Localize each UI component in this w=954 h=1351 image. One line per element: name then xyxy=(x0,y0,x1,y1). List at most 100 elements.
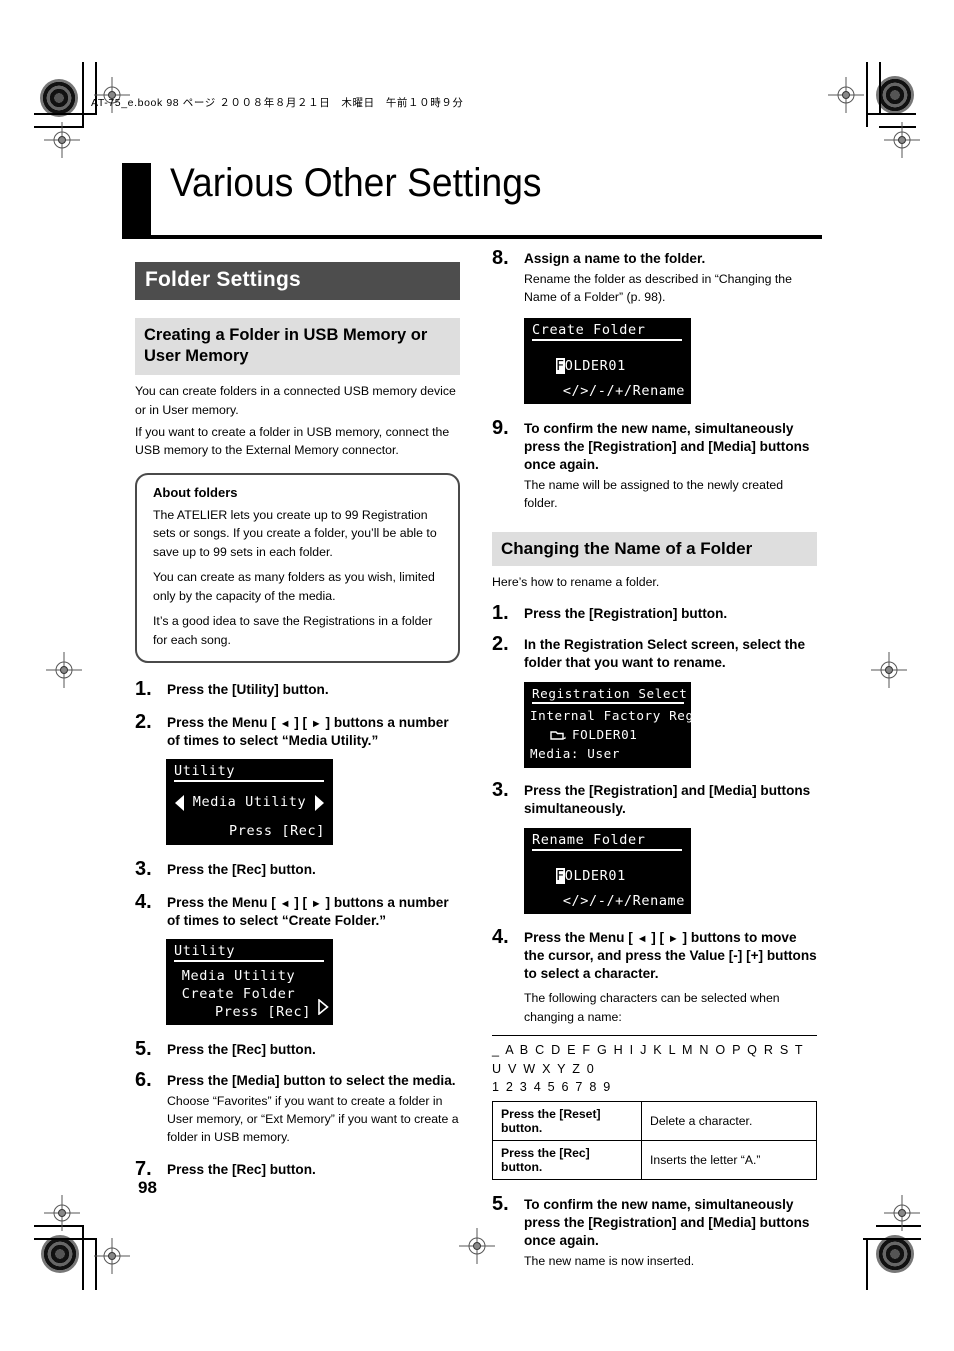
step-8: 8. Assign a name to the folder. Rename t… xyxy=(492,247,817,404)
about-folders-p3: It’s a good idea to save the Registratio… xyxy=(153,614,433,647)
lcd-name-rest: OLDER01 xyxy=(564,357,626,374)
page-title: Various Other Settings xyxy=(170,161,542,205)
step-5: 5. Press the [Rec] button. xyxy=(135,1038,460,1060)
step-subtext: Rename the folder as described in “Chang… xyxy=(524,271,792,305)
sub-heading-changing-name: Changing the Name of a Folder xyxy=(492,531,817,567)
rename-intro: Here’s how to rename a folder. xyxy=(492,575,660,590)
lcd-name-rest: OLDER01 xyxy=(564,867,626,884)
corner-color-target-top-right xyxy=(876,76,914,114)
about-folders-p2: You can create as many folders as you wi… xyxy=(153,570,435,603)
crop-line-bottom-right-h2 xyxy=(863,1238,921,1240)
crop-line-top-right-h xyxy=(866,113,916,115)
step-number: 5. xyxy=(492,1193,509,1216)
step-text: Press the Menu [ ◄ ] [ ► ] buttons a num… xyxy=(167,714,460,750)
lcd-title-underline xyxy=(174,779,324,782)
step-number: 2. xyxy=(135,711,152,734)
step-4: 4. Press the Menu [ ◄ ] [ ► ] buttons a … xyxy=(135,890,460,1025)
step-text-pre: Press the Menu [ xyxy=(167,715,280,731)
lcd-line-folder-name: FOLDER01 xyxy=(572,726,638,742)
lcd-right-arrow-outline-icon xyxy=(318,998,329,1015)
step-number: 4. xyxy=(135,890,152,913)
key-function-table: Press the [Reset] button. Delete a chara… xyxy=(491,1101,817,1181)
crop-line-bottom-left-h2 xyxy=(34,1238,97,1240)
crop-line-top-right-v xyxy=(866,62,868,127)
rename-step-2: 2. In the Registration Select screen, se… xyxy=(492,632,817,768)
lcd-title-underline xyxy=(532,701,684,704)
step-text-pre: Press the Menu [ xyxy=(167,894,280,910)
lcd-folder-name: FOLDER01 xyxy=(556,357,626,374)
page-number: 98 xyxy=(138,1178,157,1197)
step-6: 6. Press the [Media] button to select th… xyxy=(135,1068,460,1147)
rename-step-1: 1. Press the [Registration] button. xyxy=(492,602,817,624)
chapter-title-block: Various Other Settings xyxy=(122,161,822,235)
step-text: To confirm the new name, simultaneously … xyxy=(524,1197,810,1248)
step-text: Press the [Rec] button. xyxy=(167,861,316,877)
registration-mark-bottom-right xyxy=(884,1195,920,1231)
lcd-utility-media-utility: Utility Media Utility Press [Rec] xyxy=(166,758,333,845)
menu-left-arrow-icon: ◄ xyxy=(279,897,291,910)
lcd-title-underline xyxy=(532,338,682,341)
section-bar-folder-settings: Folder Settings xyxy=(135,262,460,301)
step-number: 6. xyxy=(135,1068,152,1091)
table-cell-key: Press the [Rec] button. xyxy=(491,1140,643,1181)
crop-line-top-right-v2 xyxy=(879,62,881,114)
step-9: 9. To confirm the new name, simultaneous… xyxy=(492,416,817,513)
lcd-line-3: Press [Rec] xyxy=(214,1003,311,1020)
table-cell-key: Press the [Reset] button. xyxy=(491,1101,643,1142)
step-number: 3. xyxy=(135,857,152,880)
crop-line-top-left-h2 xyxy=(34,113,97,115)
step-number: 9. xyxy=(492,416,509,439)
table-row: Press the [Reset] button. Delete a chara… xyxy=(491,1101,817,1142)
step-text-pre: Press the Menu [ xyxy=(524,929,637,945)
table-cell-desc: Delete a character. xyxy=(641,1101,817,1142)
registration-mark-left-middle xyxy=(46,652,82,688)
chapter-title-marker xyxy=(122,163,151,235)
table-cell-desc: Inserts the letter “A.” xyxy=(641,1140,817,1181)
registration-mark-right-middle xyxy=(871,652,907,688)
lcd-footer-hint: </>/-/+/Rename xyxy=(562,892,685,909)
chapter-title-rule xyxy=(122,235,822,239)
step-number: 2. xyxy=(492,632,509,655)
lcd-footer-hint: </>/-/+/Rename xyxy=(562,382,685,399)
lcd-folder-name: FOLDER01 xyxy=(556,867,626,884)
lcd-title: Registration Select xyxy=(532,685,688,701)
step-text: Press the Menu [ ◄ ] [ ► ] buttons to mo… xyxy=(524,929,817,983)
menu-right-arrow-icon: ► xyxy=(667,932,679,945)
character-set-line-2: 1 2 3 4 5 6 7 8 9 xyxy=(492,1079,612,1094)
left-column: Folder Settings Creating a Folder in USB… xyxy=(135,262,460,1180)
step-text-mid: ] [ xyxy=(290,894,311,910)
menu-left-arrow-icon: ◄ xyxy=(279,718,291,731)
step-text-mid: ] [ xyxy=(290,715,311,731)
crop-line-bottom-left-v xyxy=(82,1225,84,1290)
character-set-line-1: _ A B C D E F G H I J K L M N O P Q R S … xyxy=(492,1043,805,1076)
step-7: 7. Press the [Rec] button. xyxy=(135,1158,460,1180)
lcd-utility-create-folder: Utility Media Utility Create Folder Pres… xyxy=(166,938,333,1025)
registration-mark-bottom-center xyxy=(459,1228,495,1264)
lcd-create-folder: Create Folder FOLDER01 </>/-/+/Rename xyxy=(524,317,691,404)
menu-right-arrow-icon: ► xyxy=(310,718,322,731)
step-1: 1. Press the [Utility] button. xyxy=(135,678,460,700)
corner-color-target-bottom-right xyxy=(876,1235,914,1273)
lcd-title-underline xyxy=(174,959,324,962)
lcd-line-media: Media: User xyxy=(530,745,621,761)
step-number: 3. xyxy=(492,778,509,801)
step-text: Press the [Registration] and [Media] but… xyxy=(524,782,811,816)
menu-right-arrow-icon: ► xyxy=(310,897,322,910)
step-text: Press the [Registration] button. xyxy=(524,605,728,621)
intro-paragraph-2: If you want to create a folder in USB me… xyxy=(135,424,450,458)
step-number: 4. xyxy=(492,925,509,948)
step-text: Press the [Utility] button. xyxy=(167,682,329,698)
step-text: Press the [Media] button to select the m… xyxy=(167,1072,456,1088)
menu-left-arrow-icon: ◄ xyxy=(636,932,648,945)
step-number: 8. xyxy=(492,247,509,269)
registration-mark-right-upper xyxy=(884,122,920,158)
rename-step-4: 4. Press the Menu [ ◄ ] [ ► ] buttons to… xyxy=(491,925,817,1181)
step-text: Press the [Rec] button. xyxy=(167,1041,316,1057)
step-text-mid: ] [ xyxy=(647,929,668,945)
lcd-line-internal-factory: Internal Factory Reg. xyxy=(530,707,702,723)
lcd-line-bottom: Press [Rec] xyxy=(228,822,325,839)
lcd-line-2: Create Folder xyxy=(181,985,296,1002)
step-text: In the Registration Select screen, selec… xyxy=(524,636,806,670)
registration-mark-bottom-left-2 xyxy=(94,1238,130,1274)
step-subtext: The name will be assigned to the newly c… xyxy=(524,477,784,511)
